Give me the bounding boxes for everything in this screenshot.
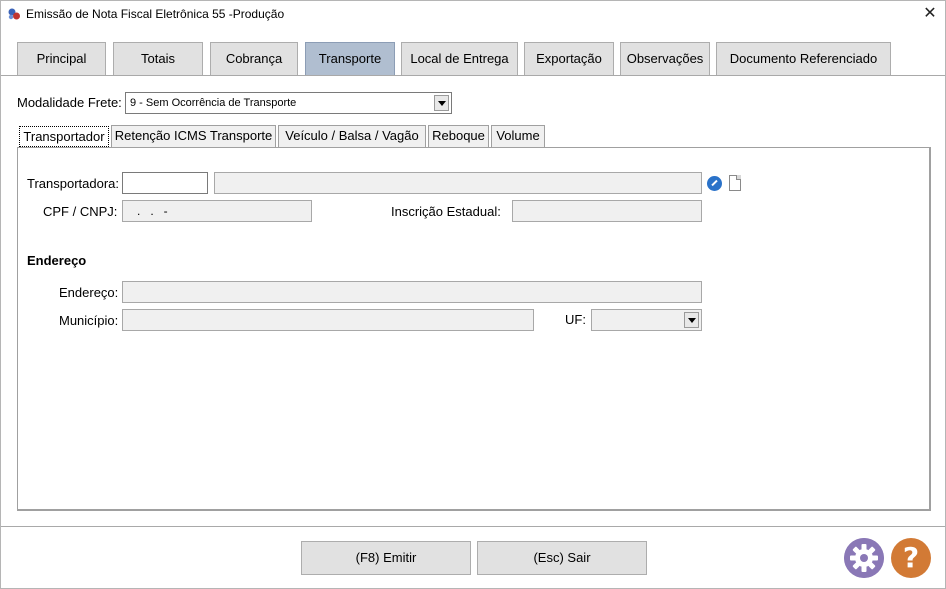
subtab-transportador[interactable]: Transportador	[19, 126, 109, 147]
document-icon[interactable]	[729, 175, 741, 191]
tab-exportacao[interactable]: Exportação	[524, 42, 614, 75]
tab-cobranca[interactable]: Cobrança	[210, 42, 298, 75]
uf-select[interactable]	[591, 309, 702, 331]
tab-totais[interactable]: Totais	[113, 42, 203, 75]
modalidade-frete-value: 9 - Sem Ocorrência de Transporte	[130, 97, 297, 109]
emitir-button[interactable]: (F8) Emitir	[301, 541, 471, 575]
modalidade-frete-select[interactable]: 9 - Sem Ocorrência de Transporte	[125, 92, 452, 114]
tab-observacoes[interactable]: Observações	[620, 42, 710, 75]
chevron-down-icon[interactable]	[684, 312, 699, 328]
cpf-cnpj-label: CPF / CNPJ:	[43, 204, 118, 219]
transportadora-label: Transportadora:	[27, 176, 120, 191]
endereco-field	[122, 281, 702, 303]
tab-principal[interactable]: Principal	[17, 42, 106, 75]
help-icon[interactable]: ?	[891, 538, 931, 578]
help-glyph: ?	[902, 541, 920, 574]
tab-local-de-entrega[interactable]: Local de Entrega	[401, 42, 518, 75]
inscricao-estadual-label: Inscrição Estadual:	[391, 204, 501, 219]
endereco-label: Endereço:	[59, 285, 119, 300]
inscricao-estadual-field	[512, 200, 702, 222]
subtab-volume[interactable]: Volume	[491, 125, 545, 147]
close-button[interactable]: ✕	[915, 1, 945, 29]
tab-documento-referenciado[interactable]: Documento Referenciado	[716, 42, 891, 75]
edit-icon[interactable]	[707, 176, 722, 191]
transportadora-code-input[interactable]	[122, 172, 208, 194]
municipio-label: Município:	[59, 313, 119, 328]
footer-divider	[1, 526, 945, 527]
subtab-veiculo[interactable]: Veículo / Balsa / Vagão	[278, 125, 426, 147]
window-title: Emissão de Nota Fiscal Eletrônica 55 -Pr…	[26, 7, 285, 21]
subtab-retencao-icms[interactable]: Retenção ICMS Transporte	[111, 125, 276, 147]
cpf-cnpj-field: . . -	[122, 200, 312, 222]
close-icon: ✕	[923, 5, 937, 22]
sair-button[interactable]: (Esc) Sair	[477, 541, 647, 575]
app-logo-icon	[8, 8, 20, 20]
endereco-section-title: Endereço	[27, 253, 87, 268]
transportadora-name-field	[214, 172, 702, 194]
uf-label: UF:	[565, 312, 586, 327]
municipio-field	[122, 309, 534, 331]
nfe-emission-window: Emissão de Nota Fiscal Eletrônica 55 -Pr…	[0, 0, 946, 589]
tab-divider	[1, 75, 945, 76]
tab-transporte[interactable]: Transporte	[305, 42, 395, 75]
gear-icon[interactable]	[844, 538, 884, 578]
modalidade-frete-label: Modalidade Frete:	[17, 95, 122, 110]
chevron-down-icon[interactable]	[434, 95, 449, 111]
title-bar: Emissão de Nota Fiscal Eletrônica 55 -Pr…	[1, 1, 945, 31]
subtab-reboque[interactable]: Reboque	[428, 125, 489, 147]
